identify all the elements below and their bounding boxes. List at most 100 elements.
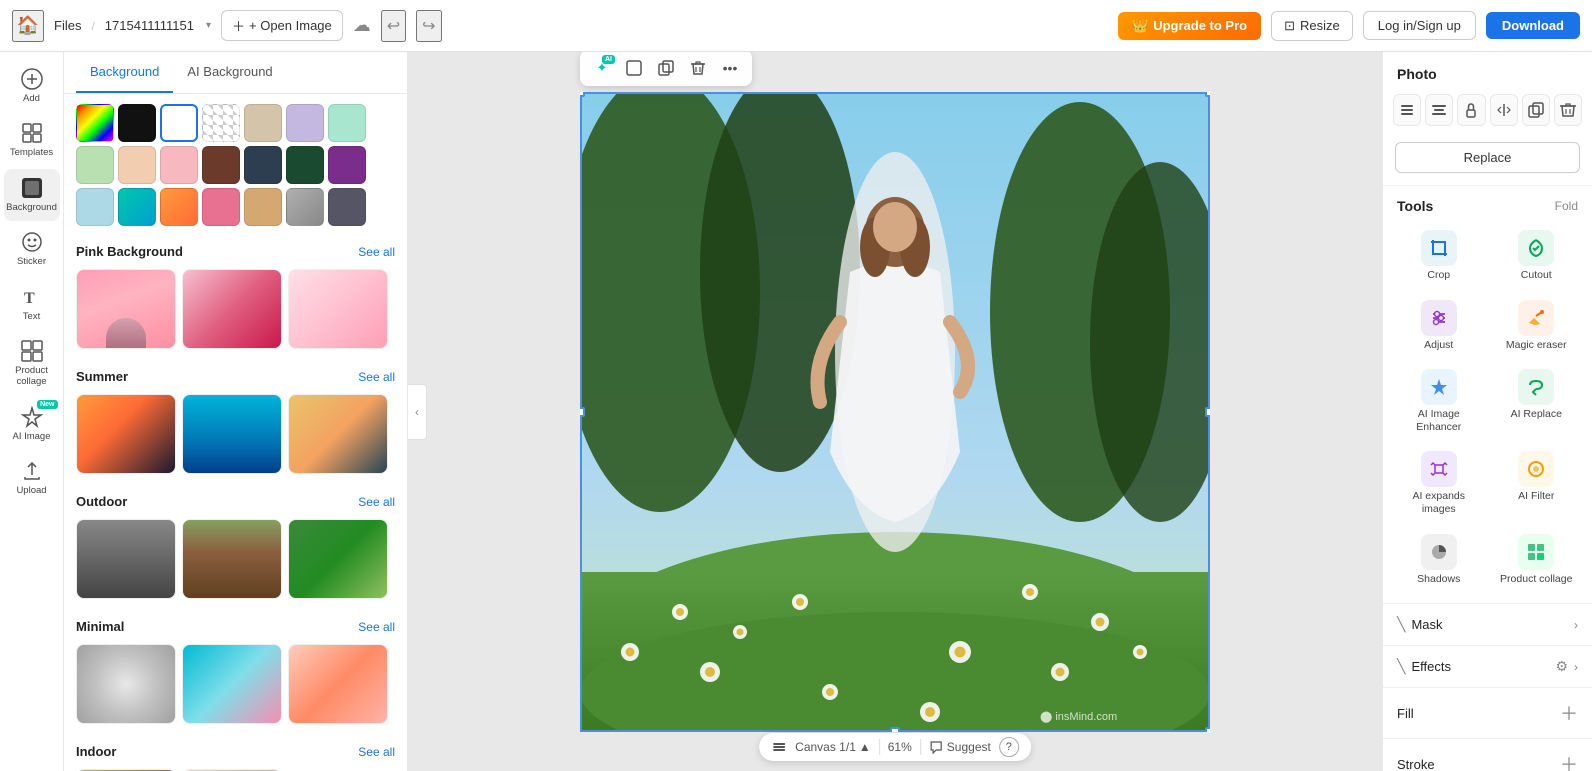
swatch-sky-blue[interactable]	[76, 188, 114, 226]
tool-magic-eraser[interactable]: Magic eraser	[1491, 294, 1583, 358]
tab-background[interactable]: Background	[76, 52, 173, 93]
nav-text[interactable]: T Text	[4, 278, 60, 330]
rp-align-btn[interactable]	[1425, 94, 1453, 126]
tool-ai-filter[interactable]: AI Filter	[1491, 445, 1583, 521]
rp-mask-header[interactable]: ╲ Mask ›	[1383, 604, 1592, 645]
tool-product-collage[interactable]: Product collage	[1491, 528, 1583, 592]
tool-crop[interactable]: Crop	[1393, 224, 1485, 288]
tool-ai-replace[interactable]: AI Replace	[1491, 363, 1583, 439]
swatch-brown[interactable]	[202, 146, 240, 184]
cloud-save-icon[interactable]: ☁	[353, 15, 371, 36]
nav-background[interactable]: Background	[4, 169, 60, 221]
section-summer-see-all[interactable]: See all	[358, 370, 395, 384]
nav-add[interactable]: Add	[4, 60, 60, 112]
login-button[interactable]: Log in/Sign up	[1363, 11, 1476, 40]
thumb-summer2[interactable]	[182, 394, 282, 474]
stroke-add-button[interactable]: ＋	[1560, 751, 1578, 771]
swatch-gray-gradient[interactable]	[286, 188, 324, 226]
swatch-peach[interactable]	[118, 146, 156, 184]
nav-product-collage[interactable]: Product collage	[4, 332, 60, 396]
swatch-orange-gradient[interactable]	[160, 188, 198, 226]
rp-delete-btn[interactable]	[1554, 94, 1582, 126]
canvas-page[interactable]: Canvas 1/1 ▲	[795, 740, 871, 754]
swatch-light-pink[interactable]	[160, 146, 198, 184]
swatch-white[interactable]	[160, 104, 198, 142]
thumb-outdoor1[interactable]	[76, 519, 176, 599]
tool-adjust[interactable]: Adjust	[1393, 294, 1485, 358]
thumb-summer3[interactable]	[288, 394, 388, 474]
thumb-minimal2[interactable]	[182, 644, 282, 724]
replace-button[interactable]: Replace	[1395, 142, 1580, 173]
swatch-light-green[interactable]	[76, 146, 114, 184]
canvas-frame-button[interactable]	[620, 54, 648, 82]
resize-handle-tr[interactable]	[1205, 92, 1210, 97]
redo-button[interactable]: ↪	[416, 10, 441, 42]
thumb-minimal3[interactable]	[288, 644, 388, 724]
rp-effects-header[interactable]: ╲ Effects ⚙ ›	[1383, 646, 1592, 687]
nav-templates[interactable]: Templates	[4, 114, 60, 166]
rp-lock-btn[interactable]	[1457, 94, 1485, 126]
thumb-pink2[interactable]	[182, 269, 282, 349]
tool-ai-expands-images[interactable]: AI expands images	[1393, 445, 1485, 521]
swatch-mint[interactable]	[328, 104, 366, 142]
thumb-summer1[interactable]	[76, 394, 176, 474]
effects-settings-icon[interactable]: ⚙	[1555, 658, 1568, 675]
rp-copy-btn[interactable]	[1522, 94, 1550, 126]
section-minimal-see-all[interactable]: See all	[358, 620, 395, 634]
section-pink-see-all[interactable]: See all	[358, 245, 395, 259]
thumb-outdoor2[interactable]	[182, 519, 282, 599]
nav-upload[interactable]: Upload	[4, 452, 60, 504]
help-button[interactable]: ?	[999, 737, 1019, 757]
swatch-beige[interactable]	[244, 104, 282, 142]
canvas-image[interactable]: ⬤ insMind.com ↻	[580, 92, 1210, 732]
swatch-rainbow[interactable]	[76, 104, 114, 142]
rp-stroke-header[interactable]: Stroke ＋	[1383, 739, 1592, 771]
filename-caret[interactable]: ▾	[206, 20, 211, 31]
swatch-teal-gradient[interactable]	[118, 188, 156, 226]
download-button[interactable]: Download	[1486, 12, 1580, 39]
swatch-sand[interactable]	[244, 188, 282, 226]
swatch-transparent[interactable]	[202, 104, 240, 142]
section-outdoor-see-all[interactable]: See all	[358, 495, 395, 509]
home-button[interactable]: 🏠	[12, 10, 44, 42]
nav-sticker[interactable]: Sticker	[4, 223, 60, 275]
swatch-pink-red[interactable]	[202, 188, 240, 226]
files-label[interactable]: Files	[54, 18, 81, 33]
thumb-minimal1[interactable]	[76, 644, 176, 724]
canvas-more-button[interactable]: •••	[716, 54, 744, 82]
resize-handle-bm[interactable]	[890, 727, 900, 732]
collapse-panel-button[interactable]: ‹	[408, 384, 427, 440]
swatch-purple[interactable]	[328, 146, 366, 184]
rp-layers-btn[interactable]	[1393, 94, 1421, 126]
layers-button[interactable]	[771, 739, 787, 755]
suggest-button[interactable]: Suggest	[929, 740, 991, 754]
swatch-dark-gray[interactable]	[328, 188, 366, 226]
resize-handle-br[interactable]	[1205, 727, 1210, 732]
swatch-dark-green[interactable]	[286, 146, 324, 184]
rp-flip-btn[interactable]	[1490, 94, 1518, 126]
swatch-dark-navy[interactable]	[244, 146, 282, 184]
rp-fill-header[interactable]: Fill ＋	[1383, 688, 1592, 738]
thumb-pink3[interactable]	[288, 269, 388, 349]
resize-handle-tl[interactable]	[580, 92, 585, 97]
resize-button[interactable]: ⊡ Resize	[1271, 11, 1353, 41]
section-indoor-see-all[interactable]: See all	[358, 745, 395, 759]
resize-handle-mr[interactable]	[1205, 407, 1210, 417]
resize-handle-ml[interactable]	[580, 407, 585, 417]
upgrade-button[interactable]: 👑 Upgrade to Pro	[1118, 12, 1261, 40]
open-image-button[interactable]: ＋ + Open Image	[221, 10, 343, 41]
undo-button[interactable]: ↩	[381, 10, 406, 42]
canvas-duplicate-button[interactable]	[652, 54, 680, 82]
swatch-black[interactable]	[118, 104, 156, 142]
rp-fold-button[interactable]: Fold	[1555, 199, 1578, 213]
canvas-delete-button[interactable]	[684, 54, 712, 82]
swatch-lavender[interactable]	[286, 104, 324, 142]
tool-ai-image-enhancer[interactable]: AI Image Enhancer	[1393, 363, 1485, 439]
ai-tool-button[interactable]: ✦ AI	[588, 54, 616, 82]
tool-shadows[interactable]: Shadows	[1393, 528, 1485, 592]
tab-ai-background[interactable]: AI Background	[173, 52, 286, 93]
thumb-outdoor3[interactable]	[288, 519, 388, 599]
tool-cutout[interactable]: Cutout	[1491, 224, 1583, 288]
fill-add-button[interactable]: ＋	[1560, 700, 1578, 726]
nav-ai-image[interactable]: New AI Image	[4, 398, 60, 450]
